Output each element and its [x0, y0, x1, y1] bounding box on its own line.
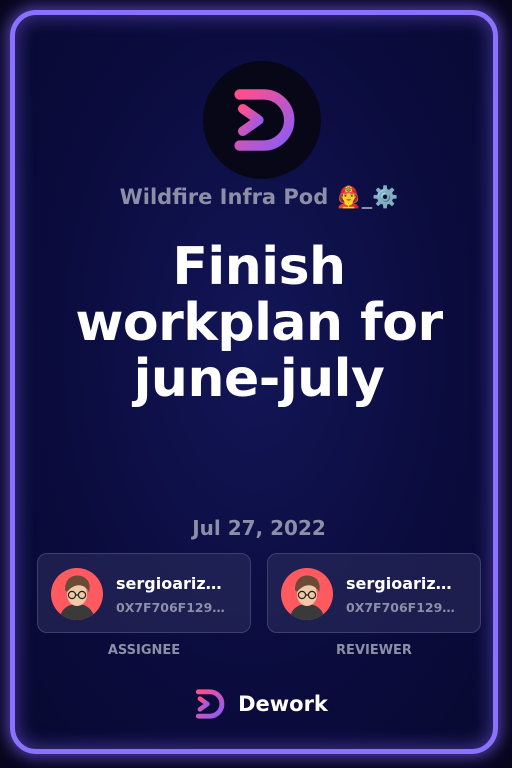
reviewer-name: sergioariz…: [346, 574, 452, 593]
task-date: Jul 27, 2022: [192, 516, 326, 540]
dework-logo-badge: [203, 61, 321, 179]
task-title: Finish workplan for june-july: [75, 237, 443, 410]
avatar-icon: [281, 568, 333, 620]
reviewer-avatar: [281, 568, 333, 620]
brand-footer: Dework: [15, 685, 503, 723]
reviewer-card[interactable]: sergioariz… 0X7F706F129…: [267, 553, 481, 633]
assignee-address: 0X7F706F129…: [116, 600, 225, 615]
avatar-icon: [51, 568, 103, 620]
workspace-name: Wildfire Infra Pod 🧑‍🚒_⚙️: [119, 185, 399, 209]
assignee-label: ASSIGNEE: [107, 643, 181, 658]
assignee-avatar: [51, 568, 103, 620]
assignee-card[interactable]: sergioariz… 0X7F706F129…: [37, 553, 251, 633]
dework-logo-icon: [234, 89, 295, 151]
dework-logo-icon: [195, 689, 225, 719]
reviewer-label: REVIEWER: [336, 643, 412, 658]
task-card: Wildfire Infra Pod 🧑‍🚒_⚙️ Finish workpla…: [10, 10, 498, 754]
brand-name: Dework: [238, 692, 328, 716]
reviewer-address: 0X7F706F129…: [346, 600, 455, 615]
assignee-name: sergioariz…: [116, 574, 222, 593]
